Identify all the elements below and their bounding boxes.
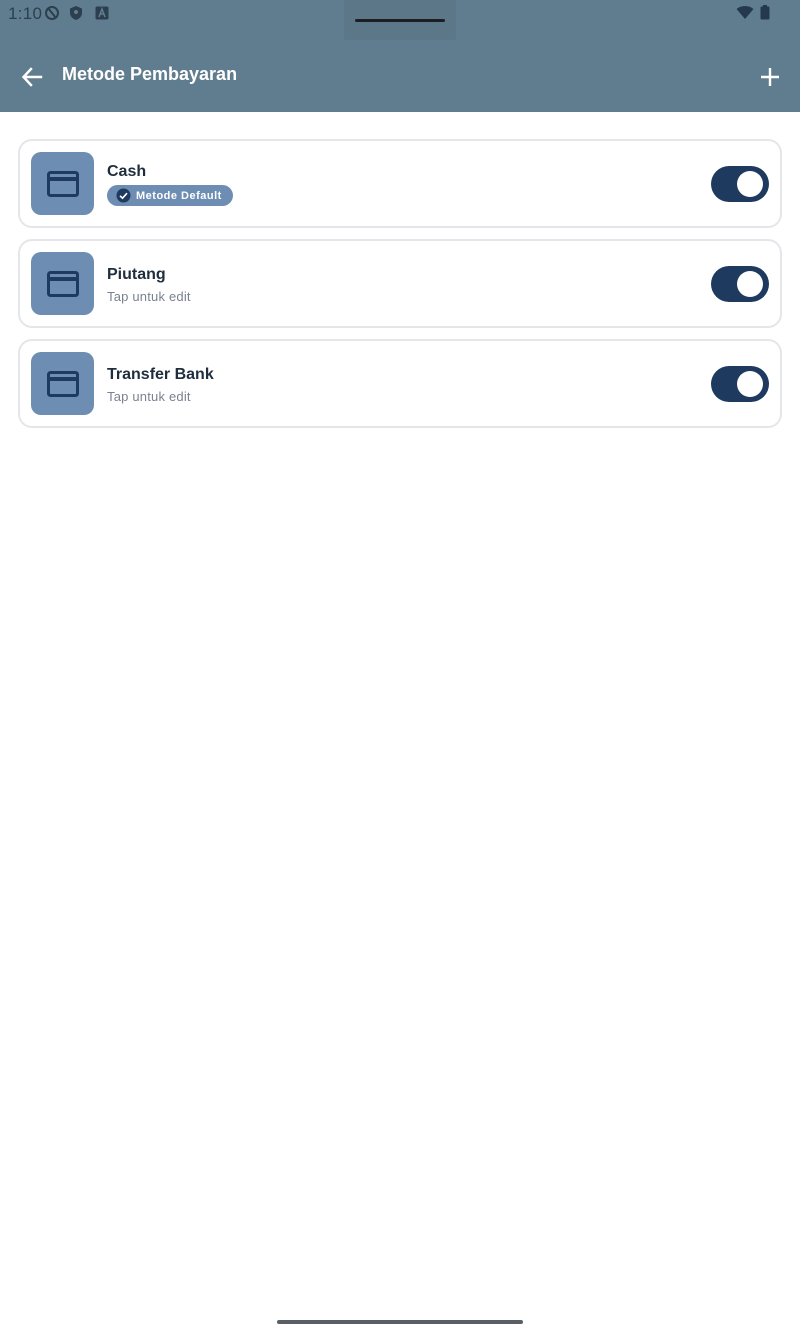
payment-method-toggle[interactable] <box>711 166 769 202</box>
payment-method-card-piutang[interactable]: Piutang Tap untuk edit <box>18 239 782 328</box>
shield-icon <box>68 5 84 21</box>
toggle-knob <box>737 171 763 197</box>
payment-method-name: Piutang <box>107 266 166 283</box>
payment-method-name: Cash <box>107 163 147 180</box>
toggle-knob <box>737 271 763 297</box>
payment-method-name: Transfer Bank <box>107 366 214 383</box>
payment-method-hint: Tap untuk edit <box>107 289 191 304</box>
font-a-icon <box>94 5 110 21</box>
credit-card-icon <box>31 152 94 215</box>
credit-card-icon <box>31 352 94 415</box>
default-badge-label: Metode Default <box>136 189 222 202</box>
default-method-badge: Metode Default <box>107 185 233 206</box>
status-bar: 1:10 <box>0 0 800 28</box>
payment-method-toggle[interactable] <box>711 266 769 302</box>
page-title: Metode Pembayaran <box>62 64 238 84</box>
home-indicator[interactable] <box>277 1320 523 1324</box>
battery-icon <box>760 5 770 21</box>
check-circle-icon <box>116 188 131 203</box>
wifi-icon <box>736 5 754 21</box>
credit-card-icon <box>31 252 94 315</box>
arrow-left-icon <box>21 67 43 87</box>
status-time: 1:10 <box>8 4 43 23</box>
payment-method-card-cash[interactable]: Cash Metode Default <box>18 139 782 228</box>
payment-method-hint: Tap untuk edit <box>107 389 191 404</box>
payment-method-list: Cash Metode Default Piutang Tap untuk ed… <box>18 139 782 439</box>
toggle-knob <box>737 371 763 397</box>
payment-method-card-transfer-bank[interactable]: Transfer Bank Tap untuk edit <box>18 339 782 428</box>
payment-method-toggle[interactable] <box>711 366 769 402</box>
add-payment-method-button[interactable] <box>754 61 786 93</box>
back-button[interactable] <box>16 61 48 93</box>
plus-icon <box>761 68 779 86</box>
app-bar: 1:10 Metode Pembayaran <box>0 0 800 112</box>
data-saver-icon <box>44 5 60 21</box>
